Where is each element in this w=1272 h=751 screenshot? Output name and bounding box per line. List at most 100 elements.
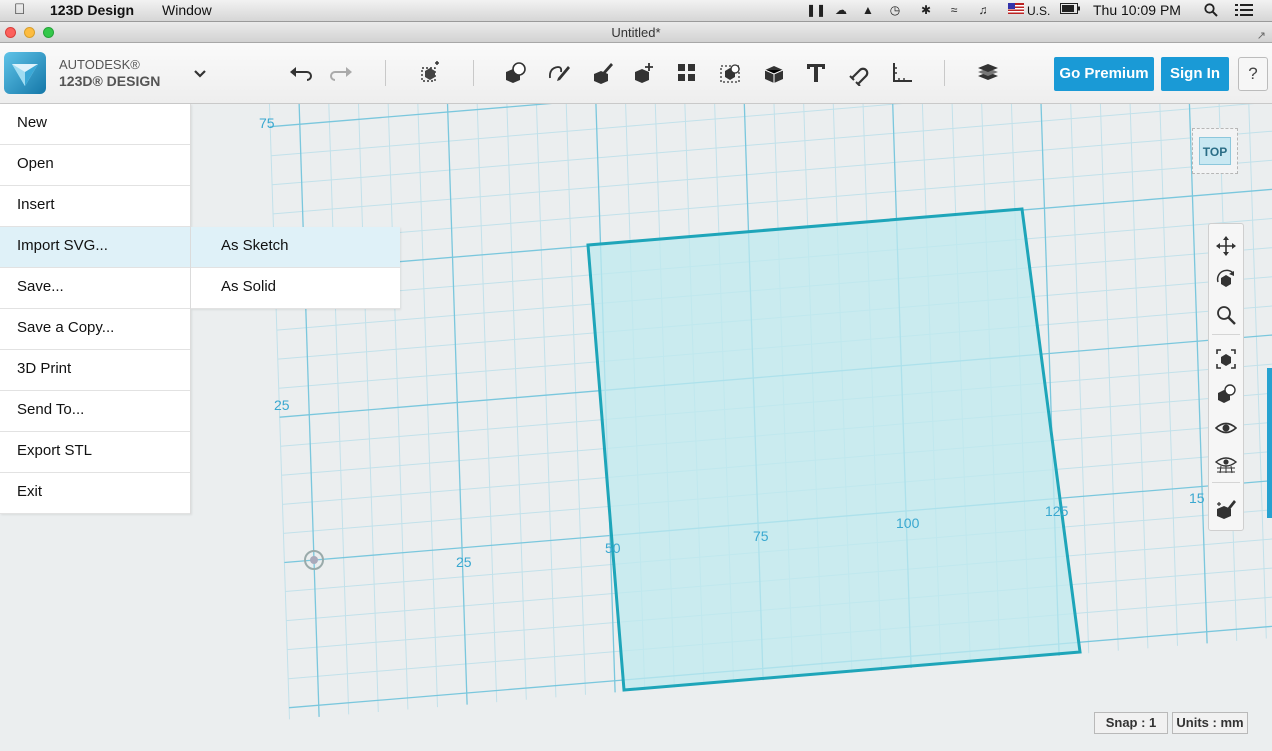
- eye-icon: [1215, 422, 1237, 434]
- app-menu[interactable]: 123D Design: [50, 2, 134, 18]
- grid-line: [1159, 104, 1178, 646]
- file-menu-item[interactable]: Send To...: [0, 391, 190, 432]
- construct-icon: [594, 63, 613, 84]
- file-menu-item[interactable]: Import SVG...: [0, 227, 190, 268]
- grid-line: [271, 104, 903, 157]
- time-machine-icon[interactable]: ◷: [887, 3, 903, 18]
- combine-icon: [764, 66, 784, 83]
- undo-icon: [290, 67, 312, 81]
- units-setting[interactable]: Units : mm: [1172, 712, 1248, 734]
- sketch-icon: [549, 66, 570, 81]
- modify-tool-button[interactable]: [629, 57, 661, 89]
- file-menu-item[interactable]: Save a Copy...: [0, 309, 190, 350]
- bell-icon[interactable]: ▲: [860, 3, 876, 18]
- view-mode-button[interactable]: [1213, 381, 1239, 407]
- grid-label: 100: [896, 515, 920, 531]
- grid-line: [270, 104, 553, 128]
- measure-tool-button[interactable]: [886, 57, 918, 89]
- modify-icon: [635, 63, 653, 83]
- material-tool-button[interactable]: [972, 57, 1004, 89]
- zoom-window-button[interactable]: [43, 27, 54, 38]
- redo-button[interactable]: [326, 57, 358, 89]
- grouping-icon: [720, 64, 740, 83]
- go-premium-button[interactable]: Go Premium: [1054, 57, 1154, 91]
- grid-line: [535, 104, 557, 698]
- file-menu-item[interactable]: Open: [0, 145, 190, 186]
- snap-tool-button[interactable]: [843, 57, 875, 89]
- sketch-rectangle-shape[interactable]: [586, 207, 1082, 692]
- cloud-icon[interactable]: ☁: [833, 3, 849, 18]
- submenu-item[interactable]: As Sketch: [191, 227, 400, 268]
- grid-line: [328, 104, 350, 715]
- battery-icon[interactable]: [1059, 3, 1081, 18]
- origin-dot: [310, 556, 318, 564]
- close-window-button[interactable]: [5, 27, 16, 38]
- undo-button[interactable]: [284, 57, 316, 89]
- help-button[interactable]: ?: [1238, 57, 1268, 91]
- fit-view-button[interactable]: [1213, 346, 1239, 372]
- clock[interactable]: Thu 10:09 PM: [1093, 2, 1181, 18]
- pan-icon: [1216, 236, 1236, 256]
- file-menu-item[interactable]: Save...: [0, 268, 190, 309]
- snap-setting[interactable]: Snap : 1: [1094, 712, 1168, 734]
- grid-line: [476, 104, 498, 703]
- main-menu-chevron-icon[interactable]: [192, 65, 208, 81]
- apple-icon[interactable]: : [14, 1, 25, 18]
- grid-label: 75: [753, 528, 769, 544]
- spotlight-icon[interactable]: [1203, 3, 1219, 18]
- file-menu-item[interactable]: Insert: [0, 186, 190, 227]
- grid-label: 50: [605, 540, 621, 556]
- file-menu-item[interactable]: New: [0, 104, 190, 145]
- pattern-tool-button[interactable]: [671, 57, 703, 89]
- main-toolbar: AUTODESK® 123D® DESIGN Go Premium Sign I…: [0, 43, 1272, 104]
- app-logo[interactable]: [4, 52, 46, 94]
- zoom-icon: [1217, 306, 1236, 325]
- brand-text-line1: AUTODESK®: [59, 57, 140, 72]
- file-menu-item[interactable]: 3D Print: [0, 350, 190, 391]
- paint-cube-icon: [1217, 500, 1236, 519]
- file-menu-item[interactable]: Exit: [0, 473, 190, 514]
- visibility-button[interactable]: [1213, 415, 1239, 441]
- grid-line: [298, 104, 320, 717]
- file-menu-item[interactable]: Export STL: [0, 432, 190, 473]
- primitives-tool-button[interactable]: [499, 57, 531, 89]
- window-menu[interactable]: Window: [162, 2, 212, 18]
- window-title: Untitled*: [611, 25, 661, 40]
- wifi-icon[interactable]: ≈: [946, 3, 962, 18]
- grouping-tool-button[interactable]: [715, 57, 747, 89]
- text-tool-button[interactable]: [800, 57, 832, 89]
- grid-line: [357, 104, 379, 713]
- redo-icon: [330, 67, 352, 81]
- material-view-button[interactable]: [1213, 496, 1239, 522]
- navbar-divider: [1212, 334, 1240, 335]
- construct-tool-button[interactable]: [586, 57, 618, 89]
- grid-label: 125: [1045, 503, 1069, 519]
- input-locale[interactable]: U.S.: [1027, 4, 1050, 18]
- navigation-bar: [1208, 223, 1244, 531]
- side-panel-handle[interactable]: [1267, 368, 1272, 518]
- material-icon: [978, 64, 998, 80]
- flag-icon[interactable]: [1007, 3, 1025, 18]
- view-cube-top-face[interactable]: TOP: [1199, 137, 1231, 165]
- sketch-tool-button[interactable]: [543, 57, 575, 89]
- minimize-window-button[interactable]: [24, 27, 35, 38]
- combine-tool-button[interactable]: [758, 57, 790, 89]
- transform-icon: [421, 61, 439, 82]
- grid-label: 25: [274, 397, 290, 413]
- pause-icon[interactable]: ❚❚: [806, 3, 826, 18]
- orbit-icon: [1216, 269, 1234, 287]
- notification-list-icon[interactable]: [1235, 3, 1253, 18]
- orbit-button[interactable]: [1213, 267, 1239, 293]
- sign-in-button[interactable]: Sign In: [1161, 57, 1229, 91]
- zoom-button[interactable]: [1213, 302, 1239, 328]
- toolbar-divider: [385, 60, 386, 86]
- grid-toggle-button[interactable]: [1213, 450, 1239, 476]
- transform-tool-button[interactable]: [414, 57, 446, 89]
- volume-icon[interactable]: ♫: [975, 3, 991, 18]
- pan-button[interactable]: [1213, 233, 1239, 259]
- bluetooth-icon[interactable]: ✱: [918, 3, 934, 18]
- submenu-item[interactable]: As Solid: [191, 268, 400, 309]
- view-cube[interactable]: TOP: [1192, 128, 1238, 174]
- measure-icon: [893, 63, 912, 82]
- grid-line: [1248, 104, 1267, 639]
